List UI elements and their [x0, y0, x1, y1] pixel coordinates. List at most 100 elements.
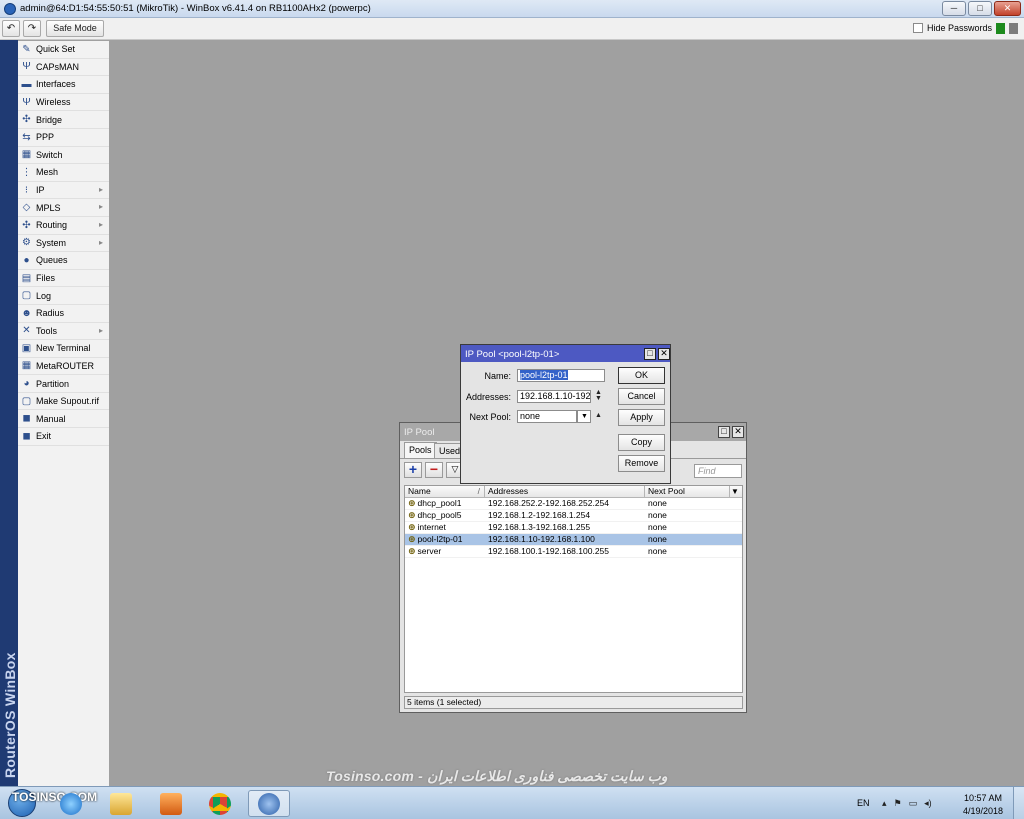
undo-button[interactable]: ↶	[2, 20, 20, 37]
apply-button[interactable]: Apply	[618, 409, 665, 426]
menu-item-switch[interactable]: ▦ Switch	[18, 147, 109, 165]
find-input[interactable]: Find	[694, 464, 742, 478]
column-chooser-button[interactable]: ▼	[730, 486, 742, 497]
next-pool-select[interactable]: none	[517, 410, 577, 423]
chevron-down-icon: ▼	[731, 487, 739, 496]
cell-next-pool: none	[648, 510, 667, 520]
menu-item-files[interactable]: ▤ Files	[18, 270, 109, 288]
table-row[interactable]: ⊕ internet 192.168.1.3-192.168.1.255 none	[405, 522, 742, 534]
clock-date[interactable]: 4/19/2018	[960, 806, 1006, 816]
hide-passwords-checkbox[interactable]	[913, 23, 923, 33]
column-header-next-pool[interactable]: Next Pool	[645, 486, 730, 497]
menu-item-mesh[interactable]: ⋮ Mesh	[18, 164, 109, 182]
menu-item-make-supout-rif[interactable]: ▢ Make Supout.rif	[18, 393, 109, 411]
show-desktop-button[interactable]	[1013, 787, 1024, 819]
taskbar-chrome[interactable]	[199, 790, 241, 817]
clock-time[interactable]: 10:57 AM	[960, 793, 1006, 803]
mpls-icon: ◇	[22, 202, 31, 214]
table-row[interactable]: ⊕ dhcp_pool5 192.168.1.2-192.168.1.254 none	[405, 510, 742, 522]
menu-item-bridge[interactable]: ✣ Bridge	[18, 111, 109, 129]
window-title: admin@64:D1:54:55:50:51 (MikroTik) - Win…	[20, 3, 371, 14]
taskbar-explorer[interactable]	[100, 790, 142, 817]
table-body: ⊕ dhcp_pool1 192.168.252.2-192.168.252.254…	[405, 498, 742, 558]
menu-item-label: Files	[36, 273, 56, 284]
next-pool-label: Next Pool:	[469, 412, 511, 422]
ip-pool-window-maximize-button[interactable]: □	[718, 426, 730, 438]
safe-mode-button[interactable]: Safe Mode	[46, 20, 104, 37]
remove-entry-button[interactable]: Remove	[618, 455, 665, 472]
cancel-button[interactable]: Cancel	[618, 388, 665, 405]
hide-passwords-toggle[interactable]: Hide Passwords	[913, 23, 992, 33]
copy-button[interactable]: Copy	[618, 434, 665, 451]
table-row[interactable]: ⊕ server 192.168.100.1-192.168.100.255 none	[405, 546, 742, 558]
cell-next-pool: none	[648, 534, 667, 544]
menu-item-system[interactable]: ⚙ System ▸	[18, 235, 109, 253]
ok-button[interactable]: OK	[618, 367, 665, 384]
taskbar-ie[interactable]	[50, 790, 92, 817]
files-icon: ▤	[21, 272, 32, 284]
menu-item-ppp[interactable]: ⇆ PPP	[18, 129, 109, 147]
cell-name-text: dhcp_pool1	[417, 498, 462, 508]
chrome-icon	[209, 792, 231, 815]
interfaces-icon: ▬	[21, 78, 32, 90]
show-hidden-icons-icon[interactable]: ▴	[882, 798, 887, 809]
action-center-flag-icon[interactable]: ⚑	[894, 798, 902, 809]
taskbar-media-player[interactable]	[150, 790, 192, 817]
menu-item-new-terminal[interactable]: ▣ New Terminal	[18, 340, 109, 358]
next-pool-collapse-button[interactable]: ▲	[595, 412, 602, 419]
menu-item-label: MPLS	[36, 202, 61, 213]
menu-item-manual[interactable]: ◼ Manual	[18, 410, 109, 429]
taskbar-winbox[interactable]	[248, 790, 290, 817]
column-header-addresses[interactable]: Addresses	[485, 486, 645, 497]
remove-button[interactable]: −	[425, 462, 443, 478]
menu-item-queues[interactable]: ● Queues	[18, 252, 109, 270]
edit-dialog-maximize-button[interactable]: □	[644, 348, 656, 360]
menu-item-routing[interactable]: ✣ Routing ▸	[18, 217, 109, 235]
menu-item-metarouter[interactable]: ▦ MetaROUTER	[18, 358, 109, 376]
add-button[interactable]: +	[404, 462, 422, 478]
pool-icon: ⊕	[408, 510, 416, 520]
language-indicator[interactable]: EN	[857, 798, 870, 808]
maximize-button[interactable]: □	[968, 1, 992, 16]
menu-item-quick-set[interactable]: ✎ Quick Set	[18, 41, 109, 59]
minimize-button[interactable]: ─	[942, 1, 966, 16]
menu-item-label: CAPsMAN	[36, 61, 80, 72]
volume-icon[interactable]: ◂)	[924, 798, 932, 809]
close-icon: ✕	[734, 426, 742, 436]
brand-text: RouterOS WinBox	[2, 652, 18, 778]
addresses-spinner[interactable]: ▲ ▼	[595, 389, 602, 402]
close-button[interactable]: ✕	[994, 1, 1021, 16]
maximize-icon: □	[721, 426, 727, 436]
menu-item-wireless[interactable]: Ψ Wireless	[18, 94, 109, 112]
ip-icon: ⁝	[24, 184, 29, 196]
menu-item-label: Make Supout.rif	[36, 396, 100, 407]
ip-pool-window-close-button[interactable]: ✕	[732, 426, 744, 438]
menu-item-partition[interactable]: ◕ Partition	[18, 375, 109, 393]
next-pool-dropdown-button[interactable]: ▼	[577, 410, 591, 423]
column-header-name[interactable]: Name /	[405, 486, 485, 497]
cell-next-pool: none	[648, 522, 667, 532]
connection-status-icon	[996, 23, 1005, 34]
cell-name-text: internet	[417, 522, 446, 532]
redo-button[interactable]: ↷	[23, 20, 41, 37]
menu-item-label: Partition	[36, 378, 70, 389]
edit-dialog-close-button[interactable]: ✕	[658, 348, 670, 360]
menu-item-radius[interactable]: ☻ Radius	[18, 305, 109, 323]
table-row[interactable]: ⊕ dhcp_pool1 192.168.252.2-192.168.252.254…	[405, 498, 742, 510]
table-row[interactable]: ⊕ pool-l2tp-01 192.168.1.10-192.168.1.100 n…	[405, 534, 742, 546]
spinner-down-icon: ▼	[595, 395, 602, 402]
folder-icon	[110, 792, 132, 815]
name-field[interactable]: pool-l2tp-01	[517, 369, 605, 382]
menu-item-ip[interactable]: ⁝ IP ▸	[18, 182, 109, 200]
menu-item-mpls[interactable]: ◇ MPLS ▸	[18, 199, 109, 217]
menu-item-capsman[interactable]: Ψ CAPsMAN	[18, 59, 109, 77]
lock-status-icon	[1009, 23, 1018, 34]
edit-dialog-titlebar[interactable]: IP Pool <pool-l2tp-01> □ ✕	[461, 345, 670, 362]
menu-item-interfaces[interactable]: ▬ Interfaces	[18, 76, 109, 94]
menu-item-exit[interactable]: ◼ Exit	[18, 428, 109, 446]
menu-item-tools[interactable]: ✕ Tools ▸	[18, 323, 109, 341]
network-icon[interactable]: ▭	[909, 798, 918, 809]
tab-pools[interactable]: Pools	[404, 442, 437, 458]
addresses-field[interactable]: 192.168.1.10-192.	[517, 390, 591, 403]
menu-item-log[interactable]: ▢ Log	[18, 287, 109, 305]
